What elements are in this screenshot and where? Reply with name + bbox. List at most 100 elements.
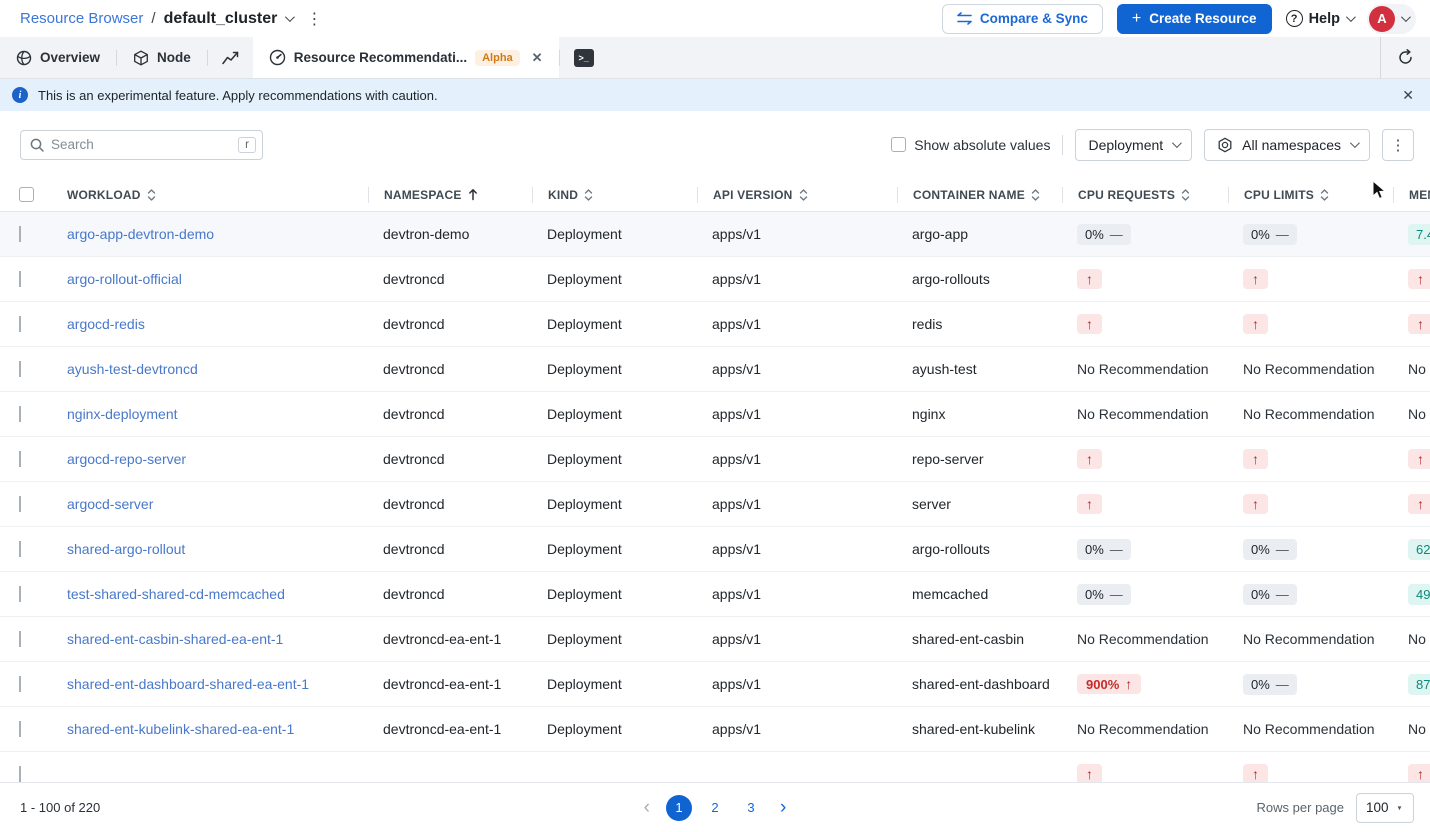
column-header-workload[interactable]: WORKLOAD (52, 187, 368, 203)
row-checkbox[interactable] (19, 406, 21, 422)
rows-per-page-select[interactable]: 100 ▼ (1356, 793, 1414, 823)
column-label: KIND (548, 188, 578, 202)
prev-page-button[interactable]: ‹ (638, 798, 656, 817)
row-checkbox[interactable] (19, 316, 21, 332)
row-select-cell (0, 361, 52, 377)
row-checkbox[interactable] (19, 226, 21, 242)
container-cell: shared-ent-kubelink (897, 721, 1062, 737)
select-all-checkbox[interactable] (19, 187, 34, 202)
workload-link[interactable]: shared-argo-rollout (67, 541, 185, 557)
row-checkbox[interactable] (19, 496, 21, 512)
workload-link[interactable]: argo-app-devtron-demo (67, 226, 214, 242)
dash-icon: — (1276, 677, 1289, 692)
table-body: argo-app-devtron-demodevtron-demoDeploym… (0, 212, 1430, 782)
page-button-2[interactable]: 2 (702, 795, 728, 821)
workloads-table: WORKLOAD NAMESPACE KIND API VERSIONCONTAINE… (0, 178, 1430, 782)
cluster-kebab-menu-icon[interactable]: ⋮ (300, 9, 328, 29)
pagination-bar: 1 - 100 of 220 ‹123› Rows per page 100 ▼ (0, 782, 1430, 832)
pct-value: 0% (1251, 542, 1270, 557)
tab-terminal[interactable]: >_ (560, 37, 608, 78)
cpu_limits-value: ↑ (1243, 496, 1268, 512)
more-options-button[interactable]: ⋮ (1382, 129, 1414, 161)
column-header-api_version[interactable]: API VERSION (697, 187, 897, 203)
column-header-namespace[interactable]: NAMESPACE (368, 187, 532, 203)
workload-link[interactable]: test-shared-shared-cd-memcached (67, 586, 285, 602)
tab-metrics[interactable] (208, 37, 253, 78)
compare-sync-label: Compare & Sync (980, 11, 1088, 26)
breadcrumb-resource-browser-link[interactable]: Resource Browser (20, 10, 143, 27)
row-checkbox[interactable] (19, 451, 21, 467)
cpu_limits-cell: No Recommendation (1228, 406, 1393, 422)
memory-cell: ↑ (1393, 494, 1430, 514)
compare-sync-button[interactable]: Compare & Sync (942, 4, 1103, 34)
cpu_limits-value: 0%— (1243, 586, 1297, 602)
row-checkbox[interactable] (19, 361, 21, 377)
cpu_limits-value: 0%— (1243, 541, 1297, 557)
column-header-cpu_limits[interactable]: CPU LIMITS (1228, 187, 1393, 203)
show-absolute-values-checkbox[interactable] (891, 137, 906, 152)
user-menu[interactable]: A (1367, 4, 1416, 34)
banner-close-icon[interactable]: ✕ (1402, 87, 1414, 104)
kind-cell: Deployment (532, 631, 697, 647)
refresh-button[interactable] (1380, 37, 1430, 78)
search-icon (30, 138, 44, 152)
column-header-container[interactable]: CONTAINER NAME (897, 187, 1062, 203)
tab-resource-recommendations[interactable]: Resource Recommendati... Alpha ✕ (253, 37, 559, 78)
column-header-cpu_requests[interactable]: CPU REQUESTS (1062, 187, 1228, 203)
no-recommendation-text: No Recommendation (1077, 361, 1209, 377)
kind-filter-select[interactable]: Deployment (1075, 129, 1192, 161)
search-input[interactable] (51, 137, 231, 152)
row-checkbox[interactable] (19, 676, 21, 692)
up-arrow-badge: ↑ (1077, 764, 1102, 782)
memory-value: No Recommendation (1408, 361, 1430, 377)
help-menu[interactable]: ? Help (1286, 10, 1353, 27)
row-checkbox[interactable] (19, 766, 21, 782)
api_version-text: apps/v1 (712, 541, 761, 557)
create-resource-button[interactable]: + Create Resource (1117, 4, 1272, 34)
workload-link[interactable]: ayush-test-devtroncd (67, 361, 198, 377)
row-checkbox[interactable] (19, 721, 21, 737)
tab-node[interactable]: Node (117, 37, 207, 78)
tab-overview[interactable]: Overview (0, 37, 116, 78)
workload-link[interactable]: nginx-deployment (67, 406, 178, 422)
kind-cell: Deployment (532, 586, 697, 602)
up-arrow-icon: ↑ (1086, 496, 1093, 512)
table-row: argocd-serverdevtroncdDeploymentapps/v1s… (0, 482, 1430, 527)
tab-close-icon[interactable]: ✕ (532, 50, 543, 66)
workload-link[interactable]: shared-ent-dashboard-shared-ea-ent-1 (67, 676, 309, 692)
workload-link[interactable]: argo-rollout-official (67, 271, 182, 287)
workload-link[interactable]: shared-ent-casbin-shared-ea-ent-1 (67, 631, 283, 647)
row-select-cell (0, 721, 52, 737)
api_version-cell: apps/v1 (697, 721, 897, 737)
dash-icon: — (1110, 542, 1123, 557)
row-checkbox[interactable] (19, 586, 21, 602)
page-button-1[interactable]: 1 (666, 795, 692, 821)
row-checkbox[interactable] (19, 271, 21, 287)
tab-bar: Overview Node Resource Recommendati... A… (0, 37, 1430, 79)
memory-teal-badge: 49. (1408, 584, 1430, 605)
row-checkbox[interactable] (19, 631, 21, 647)
namespace-filter-select[interactable]: All namespaces (1204, 129, 1370, 161)
api_version-text: apps/v1 (712, 676, 761, 692)
column-label: NAMESPACE (384, 188, 462, 202)
row-checkbox[interactable] (19, 541, 21, 557)
workload-link[interactable]: argocd-server (67, 496, 153, 512)
show-absolute-values-label: Show absolute values (914, 137, 1050, 153)
up-arrow-icon: ↑ (1252, 451, 1259, 467)
namespace-cell: devtroncd-ea-ent-1 (368, 676, 532, 692)
column-header-kind[interactable]: KIND (532, 187, 697, 203)
cpu_limits-value: ↑ (1243, 316, 1268, 332)
workload-link[interactable]: argocd-redis (67, 316, 145, 332)
container-text: argo-rollouts (912, 541, 990, 557)
page-button-3[interactable]: 3 (738, 795, 764, 821)
cluster-chevron-down-icon[interactable] (285, 12, 295, 22)
search-box[interactable]: r (20, 130, 263, 160)
cube-icon (133, 50, 149, 66)
show-absolute-values-toggle[interactable]: Show absolute values (891, 137, 1050, 153)
next-page-button[interactable]: › (774, 798, 792, 817)
workload-link[interactable]: shared-ent-kubelink-shared-ea-ent-1 (67, 721, 294, 737)
container-text: ayush-test (912, 361, 977, 377)
table-row: nginx-deploymentdevtroncdDeploymentapps/… (0, 392, 1430, 437)
namespace-cell: devtroncd (368, 541, 532, 557)
workload-link[interactable]: argocd-repo-server (67, 451, 186, 467)
